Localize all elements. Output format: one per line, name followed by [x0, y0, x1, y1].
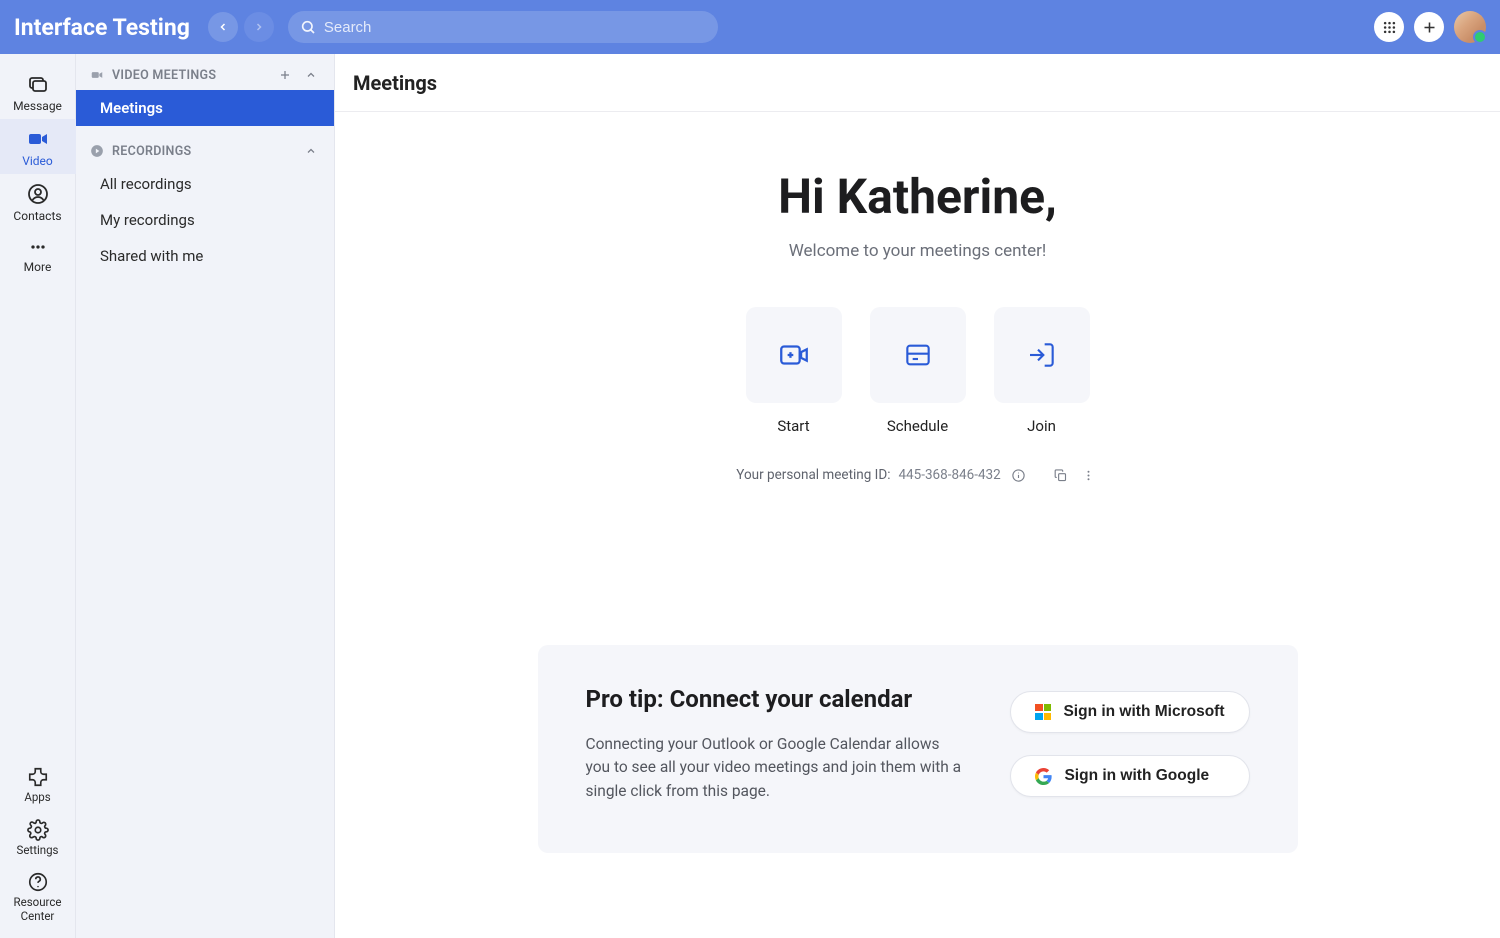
back-button[interactable] — [208, 12, 238, 42]
left-rail: Message Video Contacts More — [0, 54, 76, 938]
help-icon — [27, 871, 49, 893]
pmi-more-button[interactable] — [1079, 465, 1099, 485]
sidebar-section-video-meetings: VIDEO MEETINGS — [76, 54, 334, 90]
copy-icon — [1053, 468, 1068, 483]
new-button[interactable] — [1414, 12, 1444, 42]
video-icon — [26, 127, 50, 151]
schedule-meeting-button[interactable]: Schedule — [870, 307, 966, 435]
search-input[interactable] — [324, 19, 706, 36]
plus-icon — [1422, 20, 1437, 35]
sidebar: VIDEO MEETINGS Meetings RECORDINGS All r… — [76, 54, 335, 938]
start-icon — [777, 338, 811, 372]
nav-arrows — [208, 12, 274, 42]
rail-item-message[interactable]: Message — [0, 64, 76, 119]
action-row: Start Schedule — [746, 307, 1090, 435]
sidebar-recordings-label: RECORDINGS — [112, 144, 191, 159]
message-icon — [26, 72, 50, 96]
contacts-icon — [26, 182, 50, 206]
rail-item-resource-center[interactable]: Resource Center — [0, 863, 76, 938]
rail-item-apps[interactable]: Apps — [0, 758, 76, 811]
rail-label-more: More — [24, 260, 52, 274]
plus-small-icon — [279, 69, 291, 81]
play-circle-icon — [90, 144, 104, 158]
pmi-copy-button[interactable] — [1051, 465, 1071, 485]
pmi-info-button[interactable] — [1009, 465, 1029, 485]
search-icon — [300, 19, 316, 35]
rail-label-apps: Apps — [24, 791, 50, 805]
kebab-icon — [1081, 468, 1096, 483]
main: Meetings Hi Katherine, Welcome to your m… — [335, 54, 1500, 938]
join-meeting-button[interactable]: Join — [994, 307, 1090, 435]
rail-item-contacts[interactable]: Contacts — [0, 174, 76, 229]
schedule-label: Schedule — [887, 417, 948, 435]
google-icon — [1035, 768, 1052, 785]
forward-button[interactable] — [244, 12, 274, 42]
rail-label-contacts: Contacts — [13, 209, 61, 223]
rail-label-resource-center: Resource Center — [0, 896, 76, 924]
page-title: Meetings — [353, 71, 437, 95]
info-icon — [1011, 468, 1026, 483]
sidebar-section-recordings: RECORDINGS — [76, 126, 334, 166]
topbar-right — [1374, 11, 1486, 43]
main-header: Meetings — [335, 54, 1500, 112]
signin-microsoft-button[interactable]: Sign in with Microsoft — [1010, 691, 1249, 733]
rail-item-settings[interactable]: Settings — [0, 811, 76, 864]
signin-google-button[interactable]: Sign in with Google — [1010, 755, 1249, 797]
search-field[interactable] — [288, 11, 718, 43]
google-btn-label: Sign in with Google — [1064, 767, 1209, 785]
pmi-label: Your personal meeting ID: — [736, 467, 890, 483]
dialpad-button[interactable] — [1374, 12, 1404, 42]
add-meeting-button[interactable] — [276, 66, 294, 84]
topbar: Interface Testing — [0, 0, 1500, 54]
schedule-icon — [902, 339, 934, 371]
protip-card: Pro tip: Connect your calendar Connectin… — [538, 645, 1298, 853]
pmi-value: 445-368-846-432 — [898, 467, 1000, 483]
rail-item-more[interactable]: More — [0, 229, 76, 280]
sidebar-header-label: VIDEO MEETINGS — [112, 68, 216, 83]
rail-item-video[interactable]: Video — [0, 119, 76, 174]
ms-btn-label: Sign in with Microsoft — [1063, 703, 1224, 721]
gear-icon — [27, 819, 49, 841]
collapse-video-meetings[interactable] — [302, 66, 320, 84]
sidebar-item-all-recordings[interactable]: All recordings — [76, 166, 334, 202]
rail-label-settings: Settings — [17, 844, 59, 858]
microsoft-icon — [1035, 704, 1051, 720]
subgreeting: Welcome to your meetings center! — [789, 241, 1047, 261]
chevron-up-icon — [305, 69, 317, 81]
protip-body: Connecting your Outlook or Google Calend… — [586, 733, 966, 803]
sidebar-item-my-recordings[interactable]: My recordings — [76, 202, 334, 238]
start-meeting-button[interactable]: Start — [746, 307, 842, 435]
collapse-recordings[interactable] — [302, 142, 320, 160]
rail-label-video: Video — [22, 154, 53, 168]
join-label: Join — [1027, 417, 1056, 435]
greeting: Hi Katherine, — [778, 168, 1057, 225]
apps-icon — [27, 766, 49, 788]
sidebar-item-meetings[interactable]: Meetings — [76, 90, 334, 126]
join-icon — [1026, 339, 1058, 371]
more-icon — [26, 237, 50, 257]
personal-meeting-id-row: Your personal meeting ID: 445-368-846-43… — [736, 465, 1098, 485]
chevron-left-icon — [217, 21, 229, 33]
start-label: Start — [777, 417, 809, 435]
dialpad-icon — [1382, 20, 1397, 35]
chevron-right-icon — [253, 21, 265, 33]
sidebar-item-shared-with-me[interactable]: Shared with me — [76, 238, 334, 274]
chevron-up-icon — [305, 145, 317, 157]
app-title: Interface Testing — [14, 14, 190, 41]
avatar[interactable] — [1454, 11, 1486, 43]
video-small-icon — [90, 68, 104, 82]
main-body: Hi Katherine, Welcome to your meetings c… — [335, 112, 1500, 938]
rail-label-message: Message — [13, 99, 62, 113]
protip-title: Pro tip: Connect your calendar — [586, 685, 966, 713]
